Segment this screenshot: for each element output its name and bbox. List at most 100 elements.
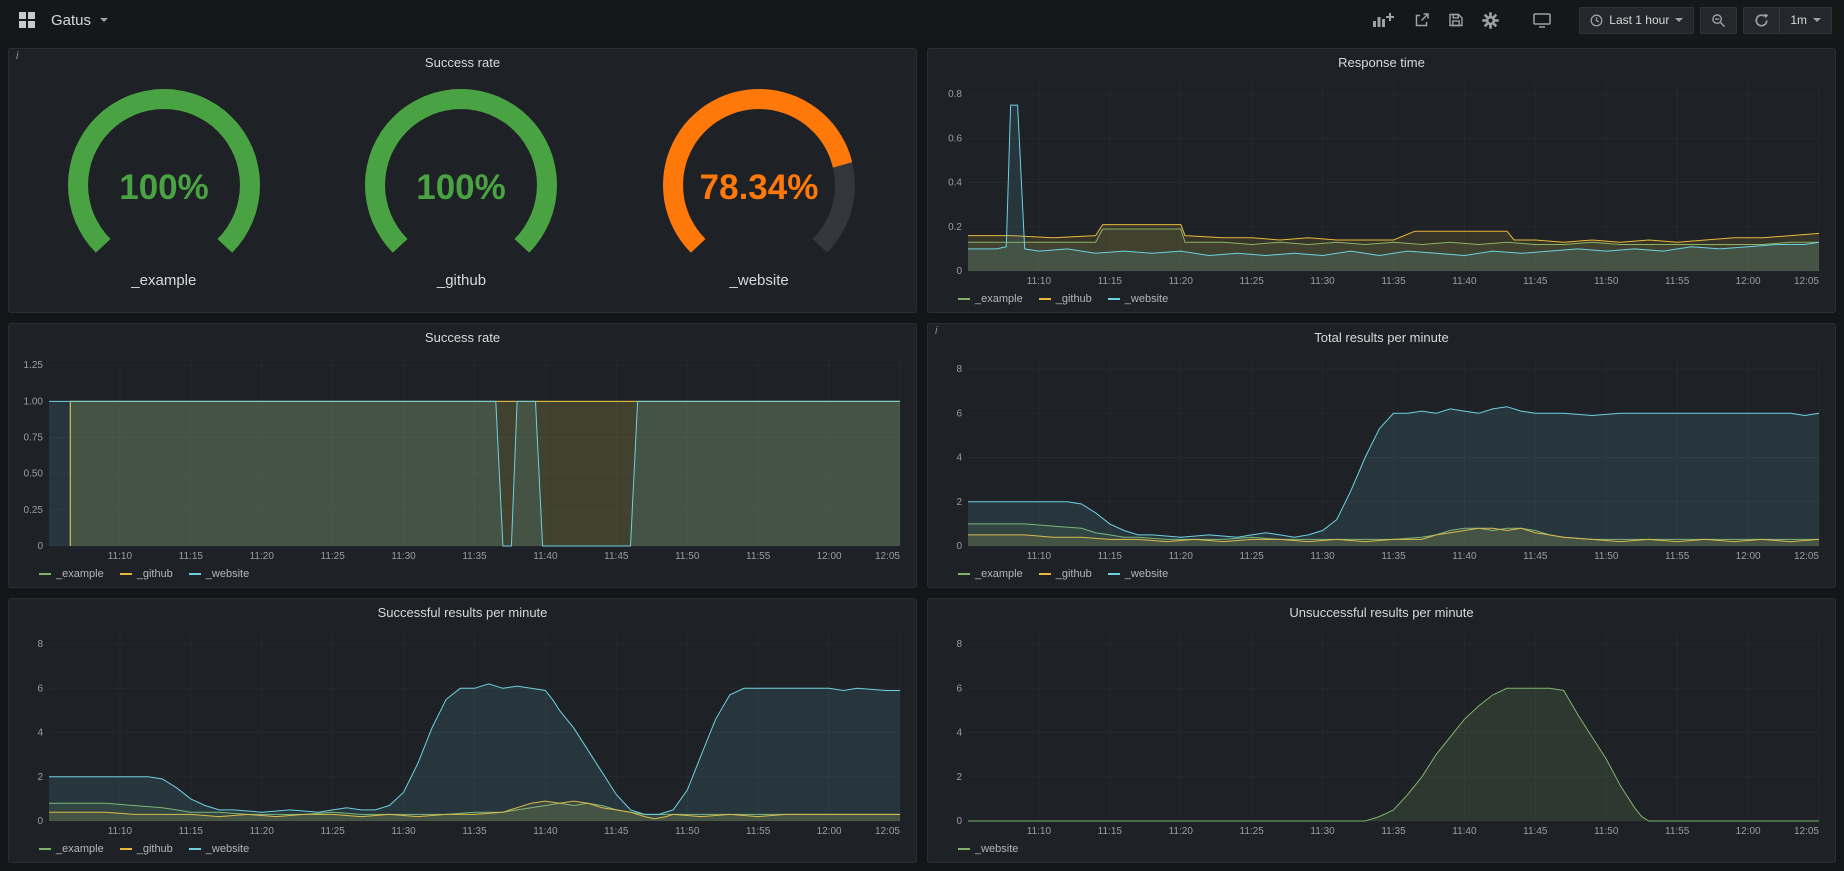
svg-text:11:45: 11:45 (1523, 826, 1548, 837)
legend-swatch (1108, 573, 1120, 575)
panel-header[interactable]: Success rate (9, 324, 916, 350)
panel-header[interactable]: Successful results per minute (9, 599, 916, 625)
refresh-interval-dropdown[interactable]: 1m (1779, 7, 1832, 34)
legend-item-_website[interactable]: _website (1108, 293, 1168, 305)
gauge-_website[interactable]: 78.34% _website (629, 87, 889, 289)
panel-title[interactable]: Total results per minute (1314, 330, 1448, 345)
legend-series-name: _website (1125, 568, 1168, 580)
svg-text:12:00: 12:00 (817, 826, 842, 837)
tv-mode-button[interactable] (1527, 8, 1557, 32)
unsuccessful-results-per-minute-svg[interactable]: 0246811:1011:1511:2011:2511:3011:3511:40… (934, 625, 1827, 839)
successful-results-per-minute-svg[interactable]: 0246811:1011:1511:2011:2511:3011:3511:40… (15, 625, 908, 839)
total-results-per-minute-svg[interactable]: 0246811:1011:1511:2011:2511:3011:3511:40… (934, 350, 1827, 564)
gauge-_github[interactable]: 100%_github (331, 87, 591, 289)
gauge-_example[interactable]: 100%_example (34, 87, 294, 289)
svg-text:11:40: 11:40 (1452, 551, 1477, 562)
svg-text:11:10: 11:10 (108, 826, 133, 837)
panel-header[interactable]: Unsuccessful results per minute (928, 599, 1835, 625)
save-button[interactable] (1442, 8, 1470, 32)
svg-text:11:30: 11:30 (391, 551, 416, 562)
legend-swatch (189, 573, 201, 575)
svg-text:11:55: 11:55 (746, 826, 771, 837)
navbar: Gatus Last 1 hour (0, 0, 1844, 40)
legend-item-_website[interactable]: _website (958, 843, 1018, 855)
panel-info-icon[interactable]: i (928, 324, 944, 338)
panel-info-icon[interactable]: i (9, 49, 25, 63)
svg-text:0.25: 0.25 (24, 505, 44, 516)
legend-item-_github[interactable]: _github (1039, 293, 1092, 305)
success-rate-gauge-chart[interactable]: 100%_example100%_github78.34% _website (15, 75, 908, 309)
add-panel-button[interactable] (1366, 8, 1402, 32)
svg-text:11:10: 11:10 (108, 551, 133, 562)
save-icon (1448, 12, 1464, 28)
svg-text:0: 0 (956, 816, 962, 827)
successful-results-chart[interactable]: 0246811:1011:1511:2011:2511:3011:3511:40… (15, 625, 908, 839)
svg-text:11:25: 11:25 (321, 826, 346, 837)
svg-text:4: 4 (37, 728, 43, 739)
gauge-label: _github (331, 272, 591, 289)
settings-button[interactable] (1476, 8, 1505, 33)
panel-title[interactable]: Successful results per minute (378, 605, 548, 620)
legend: _example _github _website (15, 839, 908, 859)
svg-text:11:50: 11:50 (1594, 551, 1619, 562)
svg-text:11:30: 11:30 (1310, 826, 1335, 837)
svg-text:4: 4 (956, 453, 962, 464)
svg-text:11:45: 11:45 (604, 551, 629, 562)
panel-header[interactable]: Response time (928, 49, 1835, 75)
legend-swatch (1039, 573, 1051, 575)
time-range-picker[interactable]: Last 1 hour (1579, 7, 1694, 34)
response-time-svg[interactable]: 00.20.40.60.811:1011:1511:2011:2511:3011… (934, 75, 1827, 289)
refresh-button[interactable] (1743, 7, 1779, 34)
legend-swatch (189, 848, 201, 850)
unsuccessful-results-chart[interactable]: 0246811:1011:1511:2011:2511:3011:3511:40… (934, 625, 1827, 839)
share-button[interactable] (1408, 8, 1436, 32)
legend-item-_example[interactable]: _example (39, 568, 104, 580)
legend-item-_website[interactable]: _website (189, 568, 249, 580)
panel-title[interactable]: Unsuccessful results per minute (1289, 605, 1473, 620)
grafana-menu-button[interactable] (12, 7, 42, 33)
success-rate-chart[interactable]: 00.250.500.751.001.2511:1011:1511:2011:2… (15, 350, 908, 564)
grid-icon (18, 11, 36, 29)
success-rate-svg[interactable]: 00.250.500.751.001.2511:1011:1511:2011:2… (15, 350, 908, 564)
svg-text:12:00: 12:00 (817, 551, 842, 562)
svg-text:8: 8 (956, 639, 962, 650)
legend-item-_github[interactable]: _github (1039, 568, 1092, 580)
svg-text:12:00: 12:00 (1736, 276, 1761, 287)
svg-text:11:20: 11:20 (1169, 276, 1194, 287)
panel-title[interactable]: Response time (1338, 55, 1425, 70)
svg-text:2: 2 (37, 772, 43, 783)
legend-item-_github[interactable]: _github (120, 843, 173, 855)
svg-text:11:35: 11:35 (1381, 276, 1406, 287)
panel-unsuccessful-results: Unsuccessful results per minute 0246811:… (927, 598, 1836, 863)
response-time-chart[interactable]: 00.20.40.60.811:1011:1511:2011:2511:3011… (934, 75, 1827, 289)
svg-text:11:40: 11:40 (1452, 826, 1477, 837)
legend-item-_example[interactable]: _example (958, 293, 1023, 305)
svg-text:2: 2 (956, 497, 962, 508)
svg-text:11:35: 11:35 (1381, 826, 1406, 837)
panel-title[interactable]: Success rate (425, 330, 500, 345)
svg-text:2: 2 (956, 772, 962, 783)
zoom-out-button[interactable] (1700, 7, 1737, 34)
legend-item-_github[interactable]: _github (120, 568, 173, 580)
panel-header[interactable]: Total results per minute (928, 324, 1835, 350)
legend-item-_website[interactable]: _website (1108, 568, 1168, 580)
refresh-interval-label: 1m (1790, 13, 1807, 27)
dashboard-title[interactable]: Gatus (51, 12, 91, 29)
panel-title[interactable]: Success rate (425, 55, 500, 70)
svg-text:0.6: 0.6 (948, 133, 962, 144)
legend-item-_website[interactable]: _website (189, 843, 249, 855)
dashboard-dropdown-caret[interactable] (100, 18, 108, 22)
legend-series-name: _github (137, 568, 173, 580)
total-results-chart[interactable]: 0246811:1011:1511:2011:2511:3011:3511:40… (934, 350, 1827, 564)
gauge-label: _example (34, 272, 294, 289)
gauge-arc: 78.34% (629, 87, 889, 269)
legend-item-_example[interactable]: _example (39, 843, 104, 855)
panel-header[interactable]: Success rate (9, 49, 916, 75)
svg-text:0.4: 0.4 (948, 178, 962, 189)
legend-series-name: _website (206, 568, 249, 580)
gauge-label: _website (629, 272, 889, 289)
svg-text:11:30: 11:30 (391, 826, 416, 837)
svg-text:11:55: 11:55 (1665, 551, 1690, 562)
legend-item-_example[interactable]: _example (958, 568, 1023, 580)
svg-text:11:40: 11:40 (533, 826, 558, 837)
